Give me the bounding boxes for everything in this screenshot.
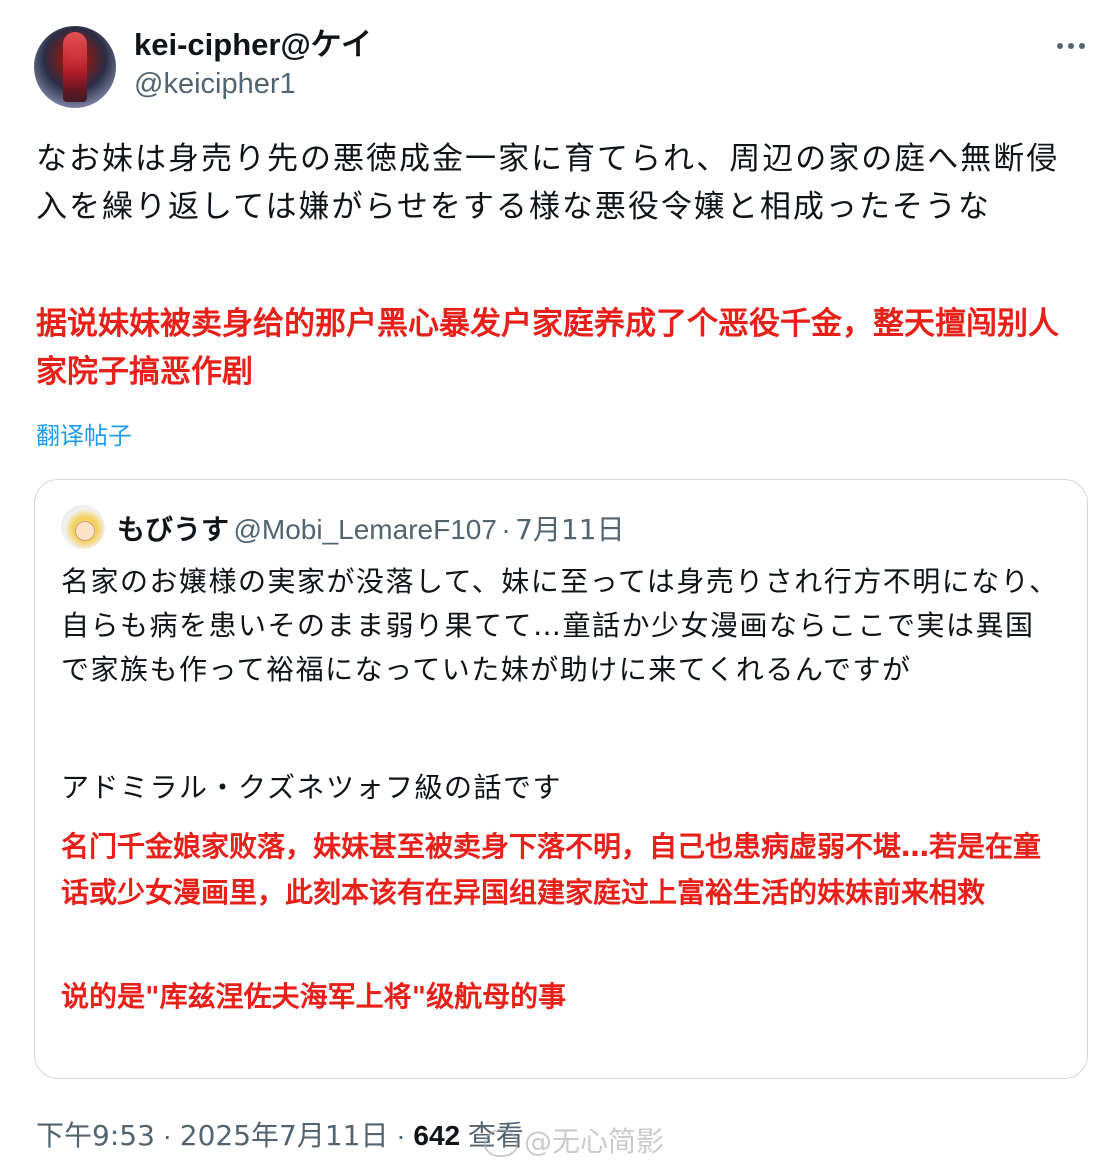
tweet: kei-cipher@ケイ @keicipher1 なお妹は身売り先の悪徳成金一… (0, 0, 1098, 1172)
quoted-author-name[interactable]: もびうす (117, 513, 229, 546)
tweet-meta: 下午9:53 · 2025年7月11日 · 642 查看 (36, 1116, 524, 1156)
author-avatar[interactable] (34, 26, 116, 108)
tweet-translation-overlay: 据说妹妹被卖身给的那户黑心暴发户家庭养成了个恶役千金，整天擅闯别人家院子搞恶作剧 (36, 306, 1059, 390)
tweet-time[interactable]: 下午9:53 (36, 1119, 155, 1152)
avatar-figure (63, 32, 87, 102)
quoted-separator: · (501, 514, 511, 545)
more-horizontal-icon-dot (1068, 43, 1074, 49)
quoted-author-handle[interactable]: @Mobi_LemareF107 (233, 514, 496, 545)
quoted-tweet-date[interactable]: 7月11日 (515, 513, 624, 546)
watermark: @无心简影 (484, 1122, 664, 1162)
more-horizontal-icon-dot (1079, 43, 1085, 49)
more-options-button[interactable] (1048, 32, 1094, 60)
avatar-face (75, 521, 95, 541)
tweet-text: なお妹は身売り先の悪徳成金一家に育てられ、周辺の家の庭へ無断侵入を繰り返しては嫌… (36, 141, 1060, 225)
author-handle[interactable]: @keicipher1 (134, 66, 296, 102)
quoted-translation-overlay-2: 说的是"库兹涅佐夫海军上将"级航母的事 (61, 980, 567, 1013)
translate-post-link[interactable]: 翻译帖子 (36, 420, 132, 452)
quoted-tweet-card[interactable]: もびうす @Mobi_LemareF107 · 7月11日 名家のお嬢様の実家が… (34, 479, 1088, 1079)
quoted-tweet-header: もびうす @Mobi_LemareF107 · 7月11日 (117, 508, 625, 548)
author-name[interactable]: kei-cipher@ケイ (134, 26, 372, 64)
tweet-date[interactable]: 2025年7月11日 (180, 1119, 389, 1152)
meta-separator: · (162, 1120, 172, 1151)
quoted-translation-overlay: 名门千金娘家败落，妹妹甚至被卖身下落不明，自己也患病虚弱不堪…若是在童话或少女漫… (61, 830, 1042, 909)
quoted-tweet-text: 名家のお嬢様の実家が没落して、妹に至っては身売りされ行方不明になり、自らも病を患… (61, 565, 1059, 686)
views-count: 642 (413, 1120, 461, 1151)
more-horizontal-icon (1057, 43, 1063, 49)
meta-separator: · (396, 1120, 406, 1151)
quoted-tweet-text-2: アドミラル・クズネツォフ級の話です (61, 771, 562, 804)
watermark-text: @无心简影 (524, 1125, 665, 1158)
quoted-author-avatar[interactable] (61, 505, 105, 549)
weibo-logo-icon (484, 1129, 518, 1157)
